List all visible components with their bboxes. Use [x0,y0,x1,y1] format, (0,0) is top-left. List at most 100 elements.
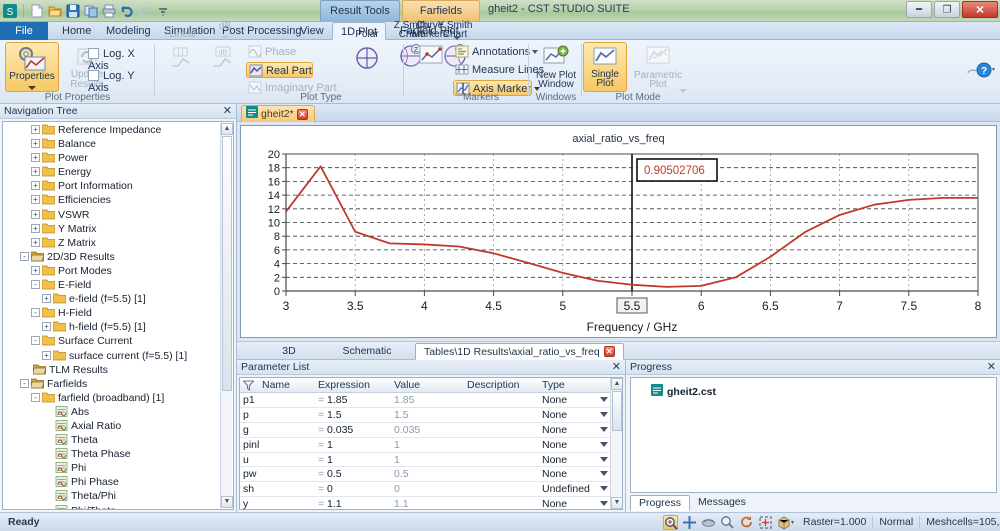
tree-node[interactable]: Theta/Phi [3,489,219,503]
param-expression[interactable]: 0.035 [327,424,353,436]
param-type-dropdown-arrow[interactable] [600,501,608,507]
zoom-out-icon[interactable] [720,515,735,530]
param-type[interactable]: None [542,424,567,436]
fit-view-icon[interactable] [758,515,773,530]
contextual-tab-farfields[interactable]: Farfields [402,0,480,21]
tree-expander[interactable]: + [31,209,40,219]
log-x-axis-checkbox[interactable]: Log. X Axis [88,48,155,72]
tree-node[interactable]: - E-Field [3,278,219,292]
scroll-up-arrow[interactable]: ▲ [221,123,233,135]
column-header-type[interactable]: Type [542,379,565,391]
column-header-name[interactable]: Name [262,379,290,391]
tree-node[interactable]: + Port Information [3,179,219,193]
scroll-down-arrow[interactable]: ▼ [221,496,233,508]
app-logo-icon[interactable]: S [2,3,18,19]
zoom-tool-icon[interactable] [663,515,678,530]
column-header-description[interactable]: Description [467,379,520,391]
param-type-dropdown-arrow[interactable] [600,441,608,447]
view-tab-axial-ratio-vs-freq[interactable]: Tables\1D Results\axial_ratio_vs_freq ✕ [415,343,624,360]
scroll-thumb[interactable] [222,136,232,391]
tree-expander[interactable]: + [31,139,40,149]
tree-expander[interactable]: + [42,350,51,360]
log-x-axis-box[interactable] [88,48,99,59]
tree-node[interactable]: Theta Phase [3,447,219,461]
progress-tab-progress[interactable]: Progress [630,495,691,511]
parameter-scrollbar[interactable]: ▲ ▼ [610,378,622,509]
param-type-dropdown-arrow[interactable] [600,426,608,432]
tree-expander[interactable]: + [31,125,40,134]
move-tool-icon[interactable] [682,515,697,530]
properties-dropdown-arrow[interactable] [28,86,36,90]
param-type-dropdown-arrow[interactable] [600,471,608,477]
tree-node[interactable]: + Power [3,151,219,165]
new-icon[interactable] [29,3,45,19]
tree-node[interactable]: + Balance [3,137,219,151]
save-icon[interactable] [65,3,81,19]
param-expression[interactable]: 1.1 [327,498,342,509]
single-plot-button[interactable]: Single Plot [583,42,627,92]
table-row[interactable]: p1 = 1.85 1.85 None [240,393,622,408]
param-type-dropdown-arrow[interactable] [600,456,608,462]
minimize-button[interactable]: ━ [906,1,932,18]
document-tab-close-icon[interactable]: ✕ [296,108,308,120]
table-row[interactable]: y = 1.1 1.1 None [240,497,622,509]
open-icon[interactable] [47,3,63,19]
tree-expander[interactable]: + [42,294,51,304]
tree-expander[interactable]: + [31,265,40,275]
tree-expander[interactable]: + [31,167,40,177]
table-row[interactable]: u = 1 1 None [240,453,622,468]
pan-tool-icon[interactable] [701,515,716,530]
view-tab-close-icon[interactable]: ✕ [603,346,615,357]
progress-body[interactable]: gheit2.cst [630,377,997,493]
param-type[interactable]: None [542,409,567,421]
param-expression[interactable]: 1 [327,454,333,466]
tree-node[interactable]: + Energy [3,165,219,179]
navigation-tree-close-icon[interactable]: ✕ [223,104,232,117]
filter-icon[interactable] [242,380,255,394]
column-header-expression[interactable]: Expression [318,379,370,391]
tree-node[interactable]: + surface current (f=5.5) [1] [3,349,219,363]
param-type[interactable]: None [542,498,567,509]
ribbon-tab-view[interactable]: View [290,22,334,40]
table-row[interactable]: p = 1.5 1.5 None [240,408,622,423]
annotations-button[interactable]: Annotations [453,44,539,60]
tree-node[interactable]: + e-field (f=5.5) [1] [3,292,219,306]
tree-expander[interactable]: + [42,322,51,332]
tree-node[interactable]: - Surface Current [3,334,219,348]
table-row[interactable]: pinl = 1 1 None [240,438,622,453]
tree-expander[interactable]: + [31,237,40,247]
tree-node[interactable]: + Efficiencies [3,193,219,207]
maximize-button[interactable]: ❐ [934,1,960,18]
tree-expander[interactable]: - [31,280,40,290]
copy-icon[interactable] [83,3,99,19]
rotate-tool-icon[interactable] [739,515,754,530]
tree-node[interactable]: Abs [3,405,219,419]
tree-node[interactable]: - 2D/3D Results [3,250,219,264]
close-button[interactable]: ✕ [962,1,998,18]
param-expression[interactable]: 1.5 [327,409,342,421]
param-type-dropdown-arrow[interactable] [600,397,608,402]
tree-node[interactable]: + Z Matrix [3,236,219,250]
ribbon-tab-home[interactable]: Home [52,22,101,40]
tree-node[interactable]: - H-Field [3,306,219,320]
log-y-axis-box[interactable] [88,70,99,81]
customize-icon[interactable] [155,3,171,19]
param-type[interactable]: None [542,394,567,406]
navigation-tree-body[interactable]: + Reference Impedance + Balance + Power + Energ… [2,121,234,510]
table-row[interactable]: sh = 0 0 Undefined [240,482,622,498]
parameter-table[interactable]: Name Expression Value Description Type p… [239,377,623,510]
progress-close-icon[interactable]: ✕ [987,360,996,373]
param-type[interactable]: None [542,454,567,466]
tree-expander[interactable]: - [31,336,40,346]
param-type-dropdown-arrow[interactable] [600,411,608,417]
parameter-list-close-icon[interactable]: ✕ [612,360,621,373]
tree-node[interactable]: Phi [3,461,219,475]
tree-node[interactable]: + Port Modes [3,264,219,278]
param-expression[interactable]: 1 [327,439,333,451]
ribbon-tab-file[interactable]: File [0,22,48,40]
tree-expander[interactable]: + [31,181,40,191]
tree-node[interactable]: + Reference Impedance [3,123,219,137]
tree-expander[interactable]: - [20,378,29,388]
param-scroll-thumb[interactable] [612,391,622,431]
ribbon-tab-modeling[interactable]: Modeling [96,22,161,40]
